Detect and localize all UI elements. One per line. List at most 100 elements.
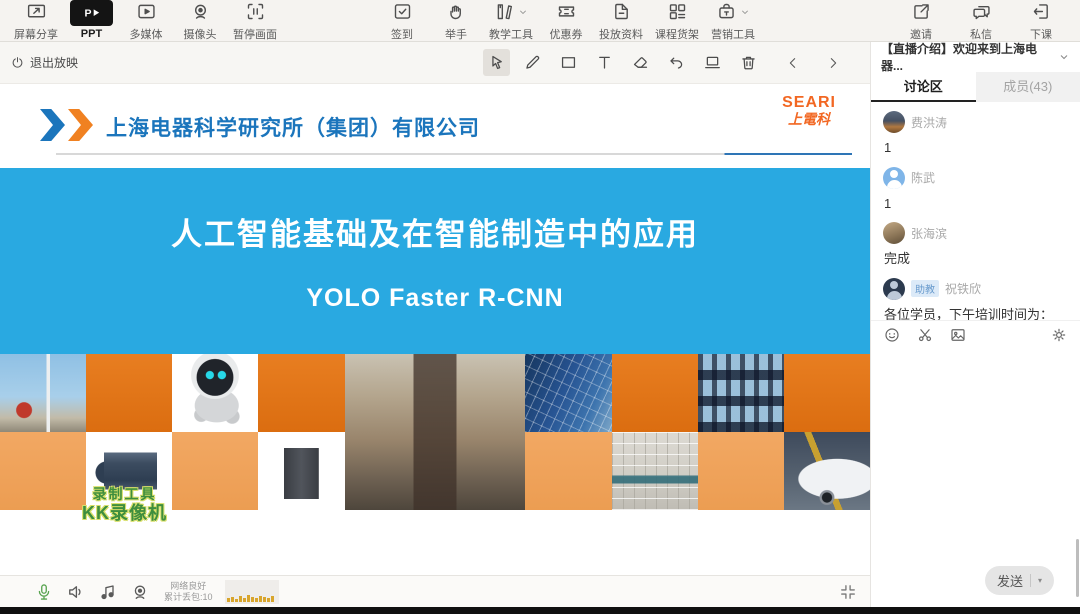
toolbar-item-course-shelf[interactable]: 课程货架 — [655, 0, 699, 42]
slide-header: 上海电器科学研究所（集团）有限公司 SEARI 上電科 — [0, 84, 870, 168]
chat-message: 费洪涛1 — [871, 106, 1080, 162]
ppt-icon: P — [81, 2, 102, 23]
music-icon[interactable] — [98, 582, 118, 602]
chat-message: 助教祝铁欣各位学员，下午培训时间为：13:00-15:30。课程已经开始，请各位… — [871, 273, 1080, 320]
toolbar-item-screen-share[interactable]: 屏幕分享 — [14, 0, 58, 42]
toolbar-item-label: 举手 — [445, 26, 467, 42]
orange-tile-light — [172, 432, 258, 510]
send-row: 发送 ▾ — [871, 562, 1080, 607]
top-toolbar: 屏幕分享 PPPT 多媒体摄像头暂停画面 签到 举手 教学工具优惠券投放资料课程货架营销… — [0, 0, 1080, 42]
screen-share-icon — [26, 1, 47, 22]
chevron-down-icon — [740, 7, 750, 17]
draw-tool-text-tool[interactable] — [591, 49, 618, 76]
chat-message: 张海滨完成 — [871, 217, 1080, 273]
toolbar-item-media[interactable]: 多媒体 — [125, 0, 167, 42]
toolbar-item-pause-screen[interactable]: 暂停画面 — [233, 0, 277, 42]
toolbar-item-marketing-tools[interactable]: 营销工具 — [711, 0, 755, 42]
chevron-orange — [68, 109, 93, 141]
lab-equipment-photo — [698, 354, 784, 432]
draw-tool-undo[interactable] — [663, 49, 690, 76]
toolbar-item-ppt[interactable]: PPPT — [70, 0, 113, 40]
slide-prev-button[interactable] — [782, 52, 804, 74]
orange-tile-dark — [86, 354, 172, 432]
draw-tool-rectangle[interactable] — [555, 49, 582, 76]
rectangle-icon — [559, 53, 578, 72]
send-divider — [1030, 574, 1031, 587]
live-intro-header[interactable]: 【直播介绍】欢迎来到上海电器... — [871, 42, 1080, 72]
toolbar-item-teaching-tools[interactable]: 教学工具 — [489, 0, 533, 42]
screenshot-scissors-icon[interactable] — [916, 326, 934, 344]
toolbar-session-group: 邀请私信下课 — [900, 0, 1066, 42]
toolbar-item-materials[interactable]: 投放资料 — [599, 0, 643, 42]
recorder-watermark: 录制工具 KK录像机 — [82, 486, 167, 524]
settings-gear-icon[interactable] — [1050, 326, 1068, 344]
board-icon — [703, 53, 722, 72]
speaker-icon[interactable] — [66, 582, 86, 602]
network-status-line: 网络良好 — [164, 581, 213, 592]
collapse-icon[interactable] — [838, 582, 858, 602]
slide-next-button[interactable] — [822, 52, 844, 74]
breaker-photo — [258, 432, 344, 510]
chevron-down-icon[interactable] — [1058, 51, 1070, 63]
sender-name: 张海滨 — [911, 225, 947, 242]
image-upload-icon[interactable] — [949, 326, 967, 344]
toolbar-item-label: 签到 — [391, 26, 413, 42]
live-class-window: 屏幕分享 PPPT 多媒体摄像头暂停画面 签到 举手 教学工具优惠券投放资料课程货架营销… — [0, 0, 1080, 614]
toolbar-item-check-in[interactable]: 签到 — [381, 0, 423, 42]
check-in-icon — [392, 1, 413, 22]
chevron-down-icon — [518, 7, 528, 17]
chat-message-list: 费洪涛1 陈武 1 张海滨完成助教祝铁欣各位学员，下午培训时间为：13:00-15:3… — [871, 102, 1080, 320]
message-text: 1 — [884, 138, 1068, 158]
chat-message: 陈武 1 — [871, 162, 1080, 218]
exit-slideshow-button[interactable]: 退出放映 — [10, 54, 78, 71]
message-text: 各位学员，下午培训时间为：13:00-15:30。课程已经开始，请各位学员完成签… — [884, 305, 1068, 320]
emoji-icon[interactable] — [883, 326, 901, 344]
cursor-icon — [487, 53, 506, 72]
toolbar-item-raise-hand[interactable]: 举手 — [435, 0, 477, 42]
send-button[interactable]: 发送 ▾ — [985, 566, 1054, 595]
header-divider — [56, 153, 852, 155]
toolbar-item-label: 优惠券 — [550, 26, 583, 42]
slideshow-bar: 退出放映 — [0, 42, 870, 84]
draw-tool-trash[interactable] — [735, 49, 762, 76]
seari-logo-text: SEARI — [782, 95, 836, 112]
toolbar-item-direct-message[interactable]: 私信 — [960, 0, 1002, 42]
materials-icon — [611, 1, 632, 22]
orange-tile-dark — [258, 354, 344, 432]
packet-loss-line: 累计丢包:10 — [164, 592, 213, 603]
toolbar-tools-group: 签到 举手 教学工具优惠券投放资料课程货架营销工具 — [381, 0, 755, 42]
pause-screen-icon — [245, 1, 266, 22]
message-text: 1 — [884, 194, 1068, 214]
orange-tile-light — [698, 432, 784, 510]
car-photo — [784, 432, 870, 510]
next-arrow-icon — [825, 55, 841, 71]
toolbar-item-coupon[interactable]: 优惠券 — [545, 0, 587, 42]
drawing-toolbar — [483, 49, 762, 76]
tab-discussion[interactable]: 讨论区 — [871, 72, 976, 102]
chat-scrollbar[interactable] — [1076, 539, 1079, 597]
draw-tool-board[interactable] — [699, 49, 726, 76]
wind-turbine-photo — [0, 354, 86, 432]
media-icon — [136, 1, 157, 22]
toolbar-item-camera[interactable]: 摄像头 — [179, 0, 221, 42]
sender-name: 陈武 — [911, 169, 935, 186]
draw-tool-pen[interactable] — [519, 49, 546, 76]
chamber-photo — [612, 432, 698, 510]
chat-input[interactable] — [871, 349, 1080, 563]
draw-tool-cursor[interactable] — [483, 49, 510, 76]
sender-name: 祝铁欣 — [945, 280, 981, 297]
toolbar-item-label: 摄像头 — [184, 26, 217, 42]
microphone-icon[interactable] — [34, 582, 54, 602]
slide-nav — [782, 52, 844, 74]
eraser-icon — [631, 53, 650, 72]
avatar — [883, 222, 905, 244]
toolbar-item-end-class[interactable]: 下课 — [1020, 0, 1062, 42]
tab-members[interactable]: 成员(43) — [976, 72, 1080, 102]
watermark-line2: KK录像机 — [82, 503, 167, 525]
draw-tool-eraser[interactable] — [627, 49, 654, 76]
send-options-icon[interactable]: ▾ — [1038, 577, 1042, 585]
webcam-icon[interactable] — [130, 582, 150, 602]
av-controls — [34, 582, 150, 602]
toolbar-item-invite[interactable]: 邀请 — [900, 0, 942, 42]
slide-subtitle: YOLO Faster R-CNN — [306, 284, 563, 313]
